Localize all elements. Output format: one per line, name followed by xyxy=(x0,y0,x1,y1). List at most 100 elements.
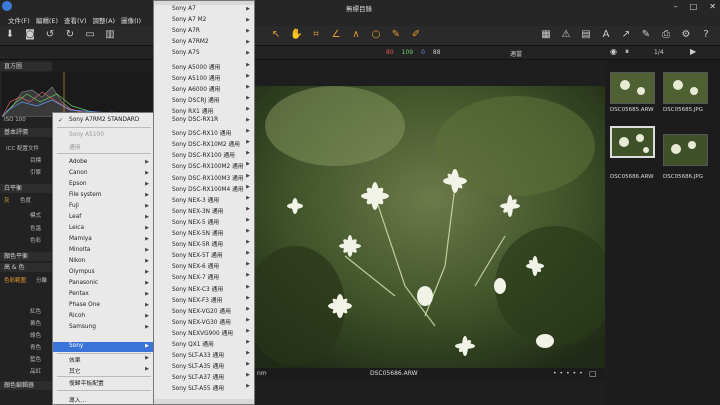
menu-view[interactable]: 查看(V) xyxy=(64,15,87,25)
fullscreen-icon[interactable]: ▢ xyxy=(589,369,597,378)
sony-model-item[interactable]: Sony A7S xyxy=(172,50,200,56)
grid-icon[interactable]: ▦ xyxy=(540,29,552,41)
menu-item-ricoh[interactable]: Ricoh xyxy=(69,313,85,319)
menu-item-samsung[interactable]: Samsung xyxy=(69,324,96,330)
close-icon[interactable]: ✕ xyxy=(709,2,716,11)
sony-model-item[interactable]: Sony DSC-RX100M3 通用 xyxy=(172,173,244,182)
next-icon[interactable]: ▶ xyxy=(690,47,696,56)
scroll-down-arrow[interactable] xyxy=(154,399,254,404)
eye-icon[interactable]: ◉ xyxy=(610,47,617,56)
thumbnail-2[interactable] xyxy=(663,72,708,104)
basic-header[interactable]: 基本評價 xyxy=(0,128,52,137)
perspective-tool-icon[interactable]: ∧ xyxy=(350,29,362,41)
sony-model-item[interactable]: Sony NEX-C3 通用 xyxy=(172,284,223,293)
sony-model-item[interactable]: Sony NEX-5T 通用 xyxy=(172,250,223,259)
menu-item-restore[interactable]: 復歸平板配置 xyxy=(69,378,104,387)
sony-model-item[interactable]: Sony NEX-5N 通用 xyxy=(172,228,223,237)
filmstrip-dots[interactable]: ••••• xyxy=(553,370,586,377)
menu-item-fuji[interactable]: Fuji xyxy=(69,203,79,209)
menu-item-canon[interactable]: Canon xyxy=(69,170,88,176)
sony-model-item[interactable]: Sony A7RM2 xyxy=(172,39,209,45)
sony-model-item[interactable]: Sony A5100 通用 xyxy=(172,73,220,82)
sony-model-item[interactable]: Sony NEX-VG30 通用 xyxy=(172,317,231,326)
hand-tool-icon[interactable]: ✋ xyxy=(290,29,302,41)
sony-model-item[interactable]: Sony A7 M2 xyxy=(172,17,206,23)
sony-model-item[interactable]: Sony DSC-RX100M4 通用 xyxy=(172,184,244,193)
sony-model-item[interactable]: Sony RX1 通用 xyxy=(172,106,213,115)
thumbnail-4[interactable] xyxy=(663,134,708,166)
help-icon[interactable]: ? xyxy=(700,29,712,41)
menu-item-pentax[interactable]: Pentax xyxy=(69,291,89,297)
circle-tool-icon[interactable]: ○ xyxy=(370,29,382,41)
menu-image[interactable]: 圖像(I) xyxy=(121,15,141,25)
menu-item-olympus[interactable]: Olympus xyxy=(69,269,95,275)
wb-tab-chroma[interactable]: 色度 xyxy=(20,196,31,204)
text-icon[interactable]: A xyxy=(600,29,612,41)
sony-model-item[interactable]: Sony SLT-A33 通用 xyxy=(172,350,224,359)
main-image[interactable] xyxy=(255,86,605,368)
editor-header[interactable]: 顏色編輯器 xyxy=(0,381,52,390)
scroll-up-arrow[interactable] xyxy=(154,1,254,5)
menu-adjust[interactable]: 調整(A) xyxy=(93,15,116,25)
print-icon[interactable]: ⎙ xyxy=(660,29,672,41)
rotate-left-icon[interactable]: ↺ xyxy=(44,29,56,41)
pencil-icon[interactable]: ✎ xyxy=(640,29,652,41)
menu-item-leica[interactable]: Leica xyxy=(69,225,84,231)
menu-item-import[interactable]: 導入... xyxy=(69,395,86,404)
brush-icon[interactable]: ✐ xyxy=(410,29,422,41)
sony-model-item[interactable]: Sony SLT-A37 通用 xyxy=(172,372,224,381)
wb-header[interactable]: 白平衡 xyxy=(0,184,52,193)
sony-model-item[interactable]: Sony NEX-5R 通用 xyxy=(172,239,223,248)
sony-model-item[interactable]: Sony DSC-RX100M2 通用 xyxy=(172,161,244,170)
minimize-icon[interactable]: – xyxy=(674,2,678,11)
menu-item-panasonic[interactable]: Panasonic xyxy=(69,280,98,286)
menu-item-other[interactable]: 其它 xyxy=(69,366,81,375)
sony-model-item[interactable]: Sony NEX-3 通用 xyxy=(172,195,219,204)
sony-model-item[interactable]: Sony NEXVG900 通用 xyxy=(172,328,233,337)
warning-icon[interactable]: ⚠ xyxy=(560,29,572,41)
crop-tool-icon[interactable]: ⌗ xyxy=(310,29,322,41)
menu-file[interactable]: 文件(F) xyxy=(8,15,30,25)
eyedropper-icon[interactable]: ✎ xyxy=(390,29,402,41)
sony-model-item[interactable]: Sony DSC-RX10M2 通用 xyxy=(172,139,240,148)
thumbnail-1[interactable] xyxy=(610,72,655,104)
straighten-tool-icon[interactable]: ∠ xyxy=(330,29,342,41)
select-tool-icon[interactable]: ↖ xyxy=(270,29,282,41)
download-icon[interactable]: ⬇ xyxy=(4,29,16,41)
menu-item-a7rm2-standard[interactable]: Sony A7RM2 STANDARD xyxy=(69,117,139,123)
compare-icon[interactable]: ▤ xyxy=(580,29,592,41)
trash-icon[interactable]: ▥ xyxy=(104,29,116,41)
share-icon[interactable]: ↗ xyxy=(620,29,632,41)
sony-model-item[interactable]: Sony DSC-RX1R xyxy=(172,117,218,123)
menu-item-mamiya[interactable]: Mamiya xyxy=(69,236,92,242)
menu-item-sony[interactable]: Sony xyxy=(69,343,83,349)
menu-item-leaf[interactable]: Leaf xyxy=(69,214,81,220)
hsl-tab-split[interactable]: 分離 xyxy=(36,276,47,284)
settings-icon[interactable]: ⚙ xyxy=(680,29,692,41)
sony-model-item[interactable]: Sony DSCRJ 通用 xyxy=(172,95,220,104)
sony-model-item[interactable]: Sony NEX-6 通用 xyxy=(172,261,219,270)
pause-icon[interactable]: ⏸ xyxy=(625,47,629,57)
thumbnail-3[interactable] xyxy=(610,126,655,158)
wb-tab-gray[interactable]: 灰 xyxy=(4,196,10,204)
maximize-icon[interactable]: □ xyxy=(690,2,698,11)
histogram-header[interactable]: 直方圖 xyxy=(0,62,52,71)
folder-icon[interactable]: ▭ xyxy=(84,29,96,41)
sony-model-item[interactable]: Sony SLT-A35 通用 xyxy=(172,361,224,370)
hsl-header[interactable]: 高 & 色 xyxy=(0,263,52,272)
menu-item-epson[interactable]: Epson xyxy=(69,181,87,187)
rotate-right-icon[interactable]: ↻ xyxy=(64,29,76,41)
menu-item-effects[interactable]: 效果 xyxy=(69,355,81,364)
sony-model-item[interactable]: Sony A6000 通用 xyxy=(172,84,220,93)
menu-item-minolta[interactable]: Minolta xyxy=(69,247,90,253)
sony-model-item[interactable]: Sony A7R xyxy=(172,28,200,34)
menu-item-phase-one[interactable]: Phase One xyxy=(69,302,100,308)
sony-model-item[interactable]: Sony NEX-5 通用 xyxy=(172,217,219,226)
menu-edit[interactable]: 編輯(E) xyxy=(36,15,58,25)
sony-model-item[interactable]: Sony DSC-RX10 通用 xyxy=(172,128,231,137)
sony-model-item[interactable]: Sony NEX-3N 通用 xyxy=(172,206,223,215)
hsl-tab-range[interactable]: 色彩範圍 xyxy=(4,276,26,284)
sony-model-item[interactable]: Sony NEX-7 通用 xyxy=(172,272,219,281)
sony-model-item[interactable]: Sony SLT-A55 通用 xyxy=(172,383,224,392)
sony-model-item[interactable]: Sony QX1 通用 xyxy=(172,339,214,348)
